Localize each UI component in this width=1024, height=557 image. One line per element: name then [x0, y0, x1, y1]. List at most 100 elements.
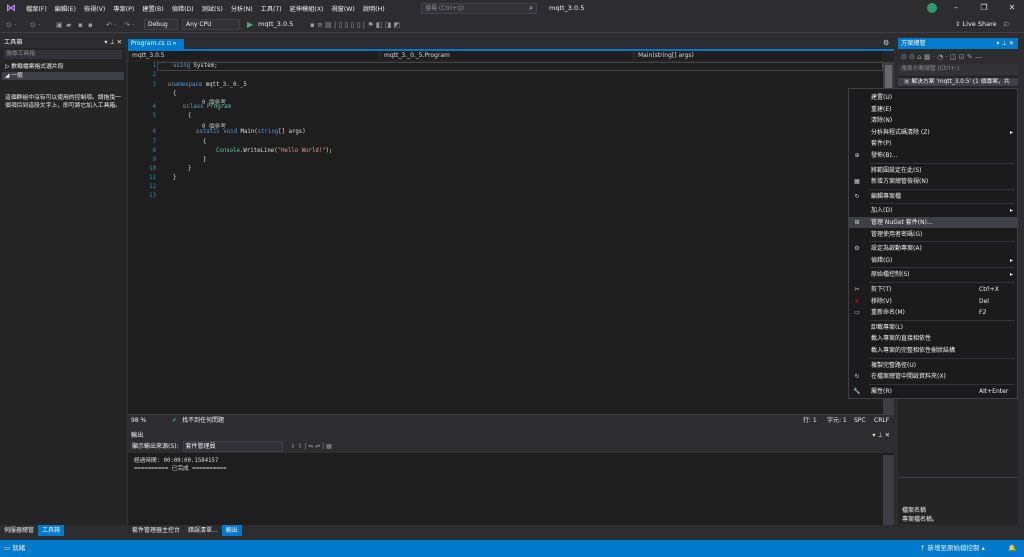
solution-explorer-toolbar[interactable]: ⊙ ⊙ ⌂ ▦ · ◔ · ◫ ⊡ ✎ ―: [898, 50, 1018, 64]
context-menu-item[interactable]: ✂ 剪下(T) Ctrl+X: [849, 284, 1017, 295]
output-scrollbar[interactable]: [883, 455, 894, 525]
line-indicator: 行: 1: [803, 417, 817, 424]
context-menu-shortcut: F2: [979, 309, 987, 317]
save-all-icon[interactable]: ▪: [88, 19, 93, 31]
live-share-button[interactable]: ⇪ Live Share: [955, 18, 997, 31]
zoom-level[interactable]: 98 %: [131, 415, 146, 426]
tab-server-explorer[interactable]: 伺服器總管: [0, 525, 38, 536]
line-number: 1: [152, 63, 156, 69]
feedback-icon[interactable]: ⚐: [1003, 19, 1009, 31]
forward-icon[interactable]: ⊙ ·: [30, 19, 40, 31]
context-menu-item[interactable]: ▦ 新增方案總管檢視(N): [849, 176, 1017, 187]
context-menu-item[interactable]: 管理使用者密碼(G): [849, 229, 1017, 240]
tab-output[interactable]: 輸出: [221, 525, 242, 536]
context-menu-item[interactable]: 卸載專案(L): [849, 322, 1017, 333]
menu-item-6[interactable]: 測試(S): [198, 4, 227, 13]
tab-error-list[interactable]: 錯誤清單...: [184, 525, 222, 536]
context-menu-item[interactable]: 分析與程式碼清除 (Z) ▸: [849, 127, 1017, 138]
tab-program-cs[interactable]: Program.cs ⊡ ✕: [128, 39, 184, 49]
search-placeholder: 搜尋 (Ctrl+Q): [425, 5, 465, 12]
back-icon[interactable]: ⊙ ·: [6, 19, 16, 31]
context-menu-item[interactable]: 建置(U): [849, 92, 1017, 103]
code-editor[interactable]: [128, 62, 883, 414]
context-menu-item-icon: ↻: [854, 373, 860, 381]
minimize-icon[interactable]: –: [949, 2, 963, 14]
config-dropdown[interactable]: Debug: [144, 19, 178, 30]
save-icon[interactable]: ▪: [78, 19, 83, 31]
menu-item-1[interactable]: 編輯(E): [51, 4, 80, 13]
property-description: 專案檔名稱。: [902, 516, 939, 523]
context-menu-item[interactable]: 複製完整路徑(U): [849, 360, 1017, 371]
line-number: 13: [149, 193, 156, 199]
context-menu-item[interactable]: 原始檔控制(S) ▸: [849, 269, 1017, 280]
nav-project-dropdown[interactable]: mqtt_3.0.5: [130, 51, 378, 60]
open-icon[interactable]: ▰: [66, 19, 71, 31]
context-menu-item[interactable]: 加入(D) ▸: [849, 205, 1017, 216]
toolbox-group[interactable]: ▷ 數戰檔案格式選片段: [5, 63, 63, 71]
context-menu-item[interactable]: ↻ 編輯專案檔: [849, 191, 1017, 202]
redo-icon[interactable]: ↷ ·: [124, 19, 134, 31]
close-icon[interactable]: ✕: [1005, 2, 1019, 14]
context-menu-item[interactable]: ✕ 移除(V) Del: [849, 296, 1017, 307]
solution-explorer-search[interactable]: 搜尋方案總管 (Ctrl+;): [898, 64, 1018, 75]
context-menu-item[interactable]: ↻ 在檔案總管中開啟資料夾(X): [849, 371, 1017, 382]
nav-member-dropdown[interactable]: Main(string[] args): [636, 51, 882, 60]
context-menu-item[interactable]: 載入專案的完整相依性樹狀結構: [849, 345, 1017, 356]
menu-item-0[interactable]: 檔案(F): [22, 4, 51, 13]
context-menu-item[interactable]: ⊞ 管理 NuGet 套件(N)...: [849, 217, 1017, 228]
search-icon[interactable]: ⌕: [529, 4, 533, 13]
solution-node[interactable]: ▣ 解決方案 'mqtt_3.0.5' (1 個專案，共: [898, 78, 1018, 86]
context-menu-item[interactable]: 偵錯(G) ▸: [849, 255, 1017, 266]
start-icon[interactable]: ▶: [247, 18, 253, 31]
avatar[interactable]: [927, 3, 937, 13]
context-menu-item[interactable]: ▭ 重新命名(M) F2: [849, 307, 1017, 318]
toolbar-icons[interactable]: ▪ ≡ ▤ | ▯ ▯ ▯ ▯ | ⚑ ◧ ◨ ◩: [310, 19, 400, 31]
search-box[interactable]: 搜尋 (Ctrl+Q) ⌕: [421, 3, 537, 14]
context-menu-item[interactable]: 將範圍設定在此(S): [849, 165, 1017, 176]
menu-separator: [869, 188, 1015, 190]
toolbox-search[interactable]: 搜尋工具箱: [4, 50, 122, 59]
menu-item-5[interactable]: 偵錯(D): [168, 4, 198, 13]
context-menu-item[interactable]: 重建(E): [849, 104, 1017, 115]
menu-item-9[interactable]: 延伸模組(X): [286, 4, 328, 13]
menu-item-10[interactable]: 視窗(W): [327, 4, 358, 13]
restore-icon[interactable]: ❐: [977, 2, 991, 14]
menu-item-4[interactable]: 建置(B): [138, 4, 167, 13]
context-menu-item[interactable]: ⊕ 發佈(B)...: [849, 150, 1017, 161]
start-button[interactable]: mqtt_3.0.5: [258, 18, 293, 31]
context-menu-item[interactable]: 套件(P): [849, 138, 1017, 149]
menu-item-2[interactable]: 檢視(V): [80, 4, 109, 13]
platform-dropdown[interactable]: Any CPU: [182, 19, 240, 30]
line-number: 3: [152, 82, 156, 88]
tab-settings-icon[interactable]: ⚙: [883, 39, 889, 47]
output-pane[interactable]: [128, 453, 894, 525]
context-menu-item[interactable]: 載入專案的直接相依性: [849, 333, 1017, 344]
menu-item-11[interactable]: 說明(H): [359, 4, 389, 13]
tab-toolbox[interactable]: 工具箱: [38, 525, 65, 536]
output-toolbar: 顯示輸出來源(S): 套件管理員 ⇩ ⇧ | ⇋ ⇌ | ▦: [128, 441, 894, 453]
context-menu-item[interactable]: 🔧 屬性(R) Alt+Enter: [849, 386, 1017, 397]
tab-package-manager-console[interactable]: 套件管理器主控台: [128, 525, 184, 536]
menu-item-8[interactable]: 工具(T): [257, 4, 286, 13]
context-menu-item[interactable]: ⚙ 設定為啟動專案(A): [849, 243, 1017, 254]
new-item-icon[interactable]: ▣: [56, 19, 63, 31]
toolbox-group-general[interactable]: ◢ 一般: [5, 72, 23, 80]
context-menu-item-icon: ▦: [854, 178, 860, 186]
output-toolbar-icons[interactable]: ⇩ ⇧ | ⇋ ⇌ | ▦: [291, 443, 332, 450]
visual-studio-logo-icon: ⋈: [6, 3, 16, 14]
code-line: }: [173, 175, 177, 181]
pin-icon[interactable]: ▾ ⊥ ✕: [104, 38, 122, 48]
undo-icon[interactable]: ↶ ·: [106, 19, 116, 31]
output-pin-icon[interactable]: ▾ ⊥ ✕: [872, 431, 890, 441]
output-source-dropdown[interactable]: 套件管理員: [182, 441, 283, 452]
context-menu-item[interactable]: 清除(N): [849, 115, 1017, 126]
menu-item-3[interactable]: 專案(P): [109, 4, 138, 13]
nav-class-dropdown[interactable]: mqtt_3._0._5.Program: [382, 51, 632, 60]
menu-item-7[interactable]: 分析(N): [227, 4, 257, 13]
notification-icon[interactable]: 🔔: [1008, 540, 1016, 557]
submenu-arrow-icon: ▸: [1009, 207, 1013, 215]
se-pin-icon[interactable]: ▾ ⊥ ✕: [996, 38, 1014, 49]
context-menu-item-label: 新增方案總管檢視(N): [871, 178, 929, 186]
issues-status[interactable]: 找不到任何問題: [182, 415, 224, 426]
add-to-source-control-button[interactable]: ↑ 新增至原始檔控制 ▴: [920, 540, 985, 557]
